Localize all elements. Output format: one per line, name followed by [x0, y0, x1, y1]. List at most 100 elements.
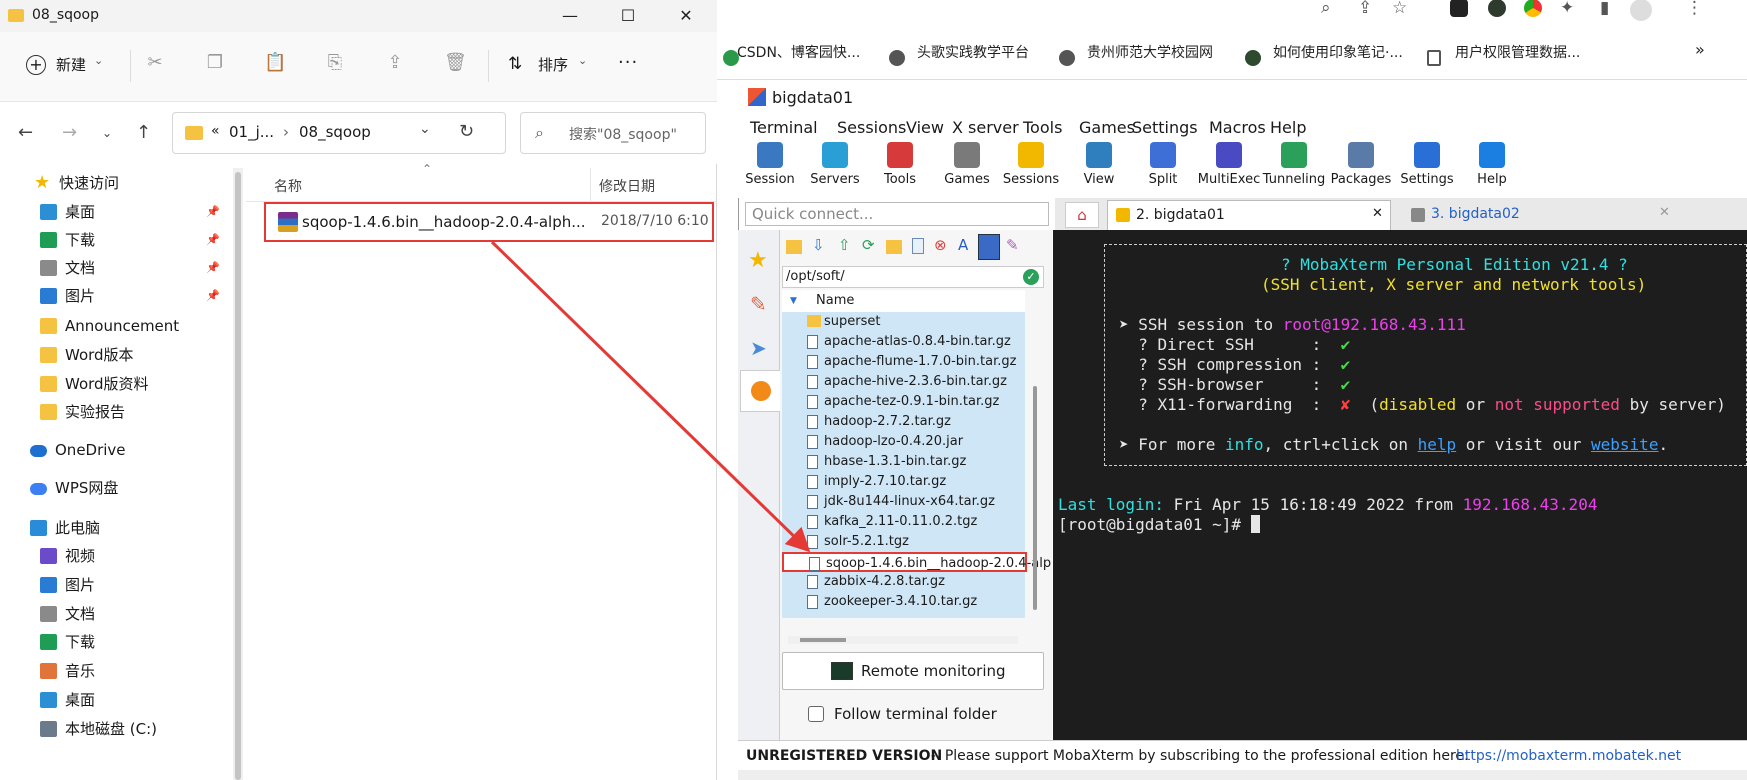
nav-item[interactable]: 桌面 [0, 685, 220, 715]
sftp-file-row[interactable]: zabbix-4.2.8.tar.gz [782, 572, 1025, 592]
address-bar[interactable]: « 01_j... › 08_sqoop ⌄ ↻ [172, 112, 506, 154]
nav-item[interactable]: OneDrive [0, 435, 220, 465]
nav-item[interactable]: 下载 📌 [0, 225, 220, 255]
zoom-icon[interactable]: ⌕ [1321, 0, 1331, 18]
sftp-file-row[interactable]: zookeeper-3.4.10.tar.gz [782, 592, 1025, 612]
share-icon[interactable]: ⇪ [1358, 0, 1372, 18]
search-box[interactable]: ⌕ 搜索"08_sqoop" [520, 112, 706, 154]
tab-bigdata02[interactable]: 3. bigdata02 ✕ [1407, 202, 1677, 230]
chrome-icon[interactable] [1524, 0, 1542, 17]
path-ok-icon[interactable]: ✓ [1023, 269, 1039, 285]
mobaxterm-link[interactable]: https://mobaxterm.mobatek.net [1456, 741, 1681, 771]
remote-monitoring-button[interactable]: Remote monitoring [782, 652, 1044, 690]
sftp-tab-icon[interactable] [740, 370, 780, 412]
parent-folder-icon[interactable] [786, 240, 802, 254]
bookmark-star-icon[interactable]: ☆ [1392, 0, 1407, 18]
nav-item[interactable]: ★ 快速访问 [0, 168, 220, 198]
nav-item[interactable]: 本地磁盘 (C:) [0, 714, 220, 744]
menu-macros[interactable]: Macros [1209, 118, 1266, 137]
toolbar-games-button[interactable]: Games [935, 142, 999, 187]
sort-button[interactable]: ⇅ 排序 ⌄ [506, 48, 596, 84]
new-file-icon[interactable] [912, 238, 924, 254]
sftp-file-row[interactable]: imply-2.7.10.tar.gz [782, 472, 1025, 492]
nav-scrollbar-thumb[interactable] [235, 172, 241, 780]
menu-sessions[interactable]: Sessions [837, 118, 906, 137]
column-name[interactable]: 名称 [274, 176, 302, 196]
sidepanel-icon[interactable]: ▮ [1600, 0, 1609, 18]
sftp-file-row[interactable]: kafka_2.11-0.11.0.2.tgz [782, 512, 1025, 532]
menu-x-server[interactable]: X server [952, 118, 1019, 137]
minimize-button[interactable]: — [547, 0, 593, 32]
forward-arrow-icon[interactable]: → [62, 122, 77, 143]
menu-icon[interactable]: ⋮ [1686, 0, 1703, 18]
toolbar-tools-button[interactable]: Tools [868, 142, 932, 187]
refresh-icon[interactable]: ⟳ [862, 236, 875, 254]
menu-games[interactable]: Games [1079, 118, 1135, 137]
share-icon[interactable]: ⇪ [384, 52, 406, 76]
toolbar-tunneling-button[interactable]: Tunneling [1262, 142, 1326, 187]
menu-terminal[interactable]: Terminal [750, 118, 818, 137]
close-button[interactable]: ✕ [663, 0, 709, 32]
bookmarks-more[interactable]: » [1695, 40, 1705, 59]
sftp-file-row[interactable]: apache-flume-1.7.0-bin.tar.gz [782, 352, 1025, 372]
maximize-button[interactable]: ☐ [605, 0, 651, 32]
menu-settings[interactable]: Settings [1132, 118, 1198, 137]
pin-icon[interactable]: ✎ [1006, 236, 1019, 254]
close-tab-icon[interactable]: ✕ [1372, 206, 1383, 221]
quick-connect-input[interactable]: Quick connect... [745, 202, 1049, 226]
recent-chevron-icon[interactable]: ⌄ [102, 126, 112, 140]
sftp-file-row[interactable]: hbase-1.3.1-bin.tar.gz [782, 452, 1025, 472]
nav-item[interactable]: 图片 [0, 570, 220, 600]
nav-item[interactable]: 实验报告 [0, 397, 220, 427]
extension-icon[interactable] [1450, 0, 1468, 17]
toolbar-servers-button[interactable]: Servers [803, 142, 867, 187]
toolbar-multiexec-button[interactable]: MultiExec [1197, 142, 1261, 187]
nav-item[interactable]: 此电脑 [0, 513, 220, 543]
new-folder-icon[interactable] [886, 240, 902, 254]
follow-checkbox[interactable] [808, 706, 824, 722]
new-button[interactable]: + 新建 ⌄ [24, 48, 112, 84]
tools-icon[interactable]: ✎ [750, 292, 767, 316]
nav-item[interactable]: 图片 📌 [0, 281, 220, 311]
bookmark-csdn[interactable]: CSDN、博客园快... [737, 42, 860, 62]
file-row-sqoop[interactable]: sqoop-1.4.6.bin__hadoop-2.0.4-alph... 20… [264, 202, 714, 242]
website-link[interactable]: website [1591, 435, 1658, 454]
nav-item[interactable]: 文档 [0, 599, 220, 629]
rename-icon[interactable]: ⎘ [324, 52, 346, 76]
puzzle-icon[interactable]: ✦ [1560, 0, 1574, 18]
breadcrumb-current[interactable]: 08_sqoop [299, 123, 371, 141]
cut-icon[interactable]: ✂ [144, 52, 166, 76]
toolbar-sessions-button[interactable]: Sessions [999, 142, 1063, 187]
nav-item[interactable]: 文档 📌 [0, 253, 220, 283]
sftp-file-row[interactable]: superset [782, 312, 1025, 332]
sftp-file-row[interactable]: sqoop-1.4.6.bin__hadoop-2.0.4-alp [782, 552, 1051, 572]
upload-icon[interactable]: ⇧ [838, 236, 851, 254]
delete-icon[interactable]: 🗑 [444, 52, 467, 76]
sftp-file-row[interactable]: apache-hive-2.3.6-bin.tar.gz [782, 372, 1025, 392]
chevron-down-icon[interactable]: ⌄ [419, 121, 431, 137]
sftp-hscroll-thumb[interactable] [800, 638, 846, 642]
paste-icon[interactable]: 📋 [264, 52, 286, 76]
breadcrumb-parent[interactable]: 01_j... [229, 123, 274, 141]
menu-view[interactable]: View [906, 118, 944, 137]
pin-icon[interactable]: 📌 [206, 225, 220, 255]
toolbar-split-button[interactable]: Split [1131, 142, 1195, 187]
menu-tools[interactable]: Tools [1023, 118, 1062, 137]
permissions-icon[interactable] [978, 234, 1000, 260]
nav-item[interactable]: WPS网盘 [0, 473, 220, 503]
pin-icon[interactable]: 📌 [206, 253, 220, 283]
nav-item[interactable]: 视频 [0, 541, 220, 571]
breadcrumb-overflow[interactable]: « [211, 123, 220, 139]
follow-terminal-folder[interactable]: Follow terminal folder [782, 700, 1044, 730]
macros-icon[interactable]: ➤ [750, 336, 767, 360]
home-tab-icon[interactable]: ⌂ [1065, 202, 1099, 228]
tab-bigdata01[interactable]: 2. bigdata01 ✕ [1107, 200, 1391, 230]
sftp-column-header[interactable]: ▼ Name [782, 290, 1025, 312]
sftp-path-input[interactable]: /opt/soft/ ✓ [782, 266, 1044, 288]
nav-item[interactable]: Word版资料 [0, 369, 220, 399]
nav-item[interactable]: 桌面 📌 [0, 197, 220, 227]
evernote-icon[interactable] [1488, 0, 1506, 17]
up-arrow-icon[interactable]: ↑ [136, 122, 151, 143]
sftp-file-row[interactable]: apache-atlas-0.8.4-bin.tar.gz [782, 332, 1025, 352]
back-arrow-icon[interactable]: ← [18, 122, 33, 143]
